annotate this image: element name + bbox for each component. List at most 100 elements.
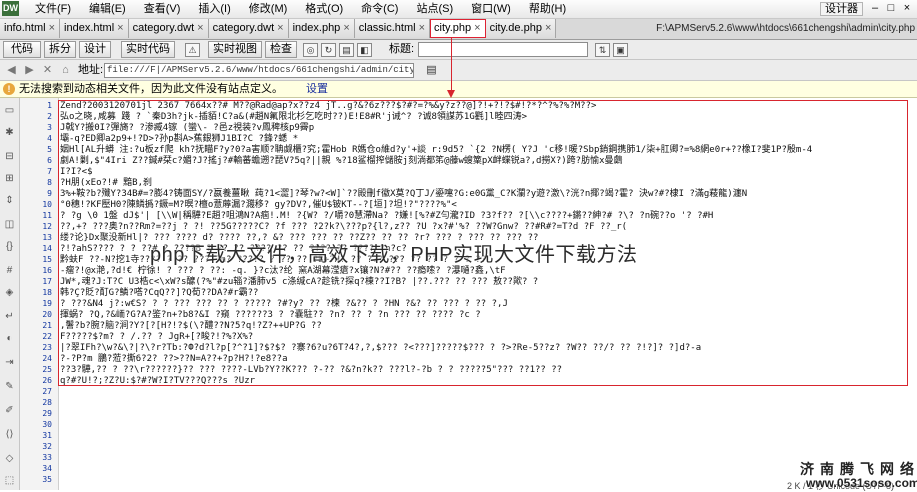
document-toolbar: 代码 拆分 设计 实时代码 ⚠ 实时视图 检查 ◎ ↻ ▤ ◧ 标题: ⇅ ▣ bbox=[0, 40, 917, 60]
title-label: 标题: bbox=[389, 43, 415, 55]
tab-label: index.html bbox=[64, 22, 115, 34]
file-path: F:\APMServ5.2.6\www\htdocs\661chengshi\a… bbox=[656, 23, 915, 34]
tab-index-php[interactable]: index.php × bbox=[288, 19, 355, 38]
tab-close-icon[interactable]: × bbox=[49, 22, 55, 34]
tab-category-dwt[interactable]: category.dwt × bbox=[128, 19, 209, 38]
info-bar: ! 无法搜索到动态相关文件，因为此文件没有站点定义。 设置 bbox=[0, 81, 917, 98]
tab-label: category.dwt bbox=[212, 22, 275, 34]
workspace-switcher[interactable]: 设计器 bbox=[820, 2, 863, 16]
forward-arrow-icon[interactable]: ▶ bbox=[22, 63, 37, 77]
dreamweaver-logo: DW bbox=[2, 1, 19, 16]
menu-format[interactable]: 格式(O) bbox=[296, 0, 352, 18]
line-number: 1 bbox=[47, 101, 52, 110]
menu-bar: DW 文件(F) 编辑(E) 查看(V) 插入(I) 修改(M) 格式(O) 命… bbox=[0, 0, 917, 19]
line-number: 15 bbox=[42, 255, 52, 264]
menu-insert[interactable]: 插入(I) bbox=[189, 0, 239, 18]
file-compat-icon[interactable]: ⚠ bbox=[185, 43, 200, 57]
line-number: 3 bbox=[47, 123, 52, 132]
line-number: 21 bbox=[42, 321, 52, 330]
file-transfer-icon[interactable]: ⇅ bbox=[595, 43, 610, 57]
annotation-arrow-head bbox=[447, 90, 455, 98]
tab-label: classic.html bbox=[358, 22, 416, 34]
line-number: 8 bbox=[47, 178, 52, 187]
menu-edit[interactable]: 编辑(E) bbox=[80, 0, 135, 18]
line-number: 6 bbox=[47, 156, 52, 165]
line-number: 5 bbox=[47, 145, 52, 154]
close-window-button[interactable]: × bbox=[900, 1, 914, 15]
line-number: 20 bbox=[42, 310, 52, 319]
code-view-button[interactable]: 代码 bbox=[3, 41, 41, 58]
line-number: 29 bbox=[42, 409, 52, 418]
minimize-button[interactable]: – bbox=[868, 1, 882, 15]
live-view-button[interactable]: 实时视图 bbox=[208, 41, 262, 58]
line-number: 7 bbox=[47, 167, 52, 176]
line-number: 33 bbox=[42, 453, 52, 462]
tab-close-icon[interactable]: × bbox=[117, 22, 123, 34]
tab-info-html[interactable]: info.html × bbox=[0, 19, 61, 38]
browser-navigation-toolbar: ◀ ▶ ✕ ⌂ 地址: file:///F|/APMServ5.2.6/www/… bbox=[0, 60, 917, 81]
menu-file[interactable]: 文件(F) bbox=[26, 0, 80, 18]
home-icon[interactable]: ⌂ bbox=[58, 63, 73, 77]
line-number: 35 bbox=[42, 475, 52, 484]
maximize-button[interactable]: □ bbox=[884, 1, 898, 15]
tab-close-icon[interactable]: × bbox=[343, 22, 349, 34]
menu-commands[interactable]: 命令(C) bbox=[352, 0, 407, 18]
line-number: 26 bbox=[42, 376, 52, 385]
line-number: 25 bbox=[42, 365, 52, 374]
line-number: 16 bbox=[42, 266, 52, 275]
tab-classic-html[interactable]: classic.html × bbox=[354, 19, 431, 38]
address-label: 地址: bbox=[78, 64, 104, 76]
globe-icon[interactable]: ◎ bbox=[303, 43, 318, 57]
line-number: 18 bbox=[42, 288, 52, 297]
line-number: 19 bbox=[42, 299, 52, 308]
tab-close-icon[interactable]: × bbox=[474, 22, 480, 34]
browser-preview-icon[interactable]: ▣ bbox=[613, 43, 628, 57]
title-input[interactable] bbox=[418, 42, 588, 57]
tab-close-icon[interactable]: × bbox=[277, 22, 283, 34]
visual-aids-icon[interactable]: ◧ bbox=[357, 43, 372, 57]
tab-close-icon[interactable]: × bbox=[197, 22, 203, 34]
setup-link[interactable]: 设置 bbox=[306, 81, 328, 97]
line-number: 4 bbox=[47, 134, 52, 143]
line-number: 24 bbox=[42, 354, 52, 363]
inspect-button[interactable]: 检查 bbox=[265, 41, 297, 58]
document-tabs: info.html × index.html × category.dwt × cat… bbox=[0, 19, 557, 38]
line-number: 10 bbox=[42, 200, 52, 209]
tab-city-de-php[interactable]: city.de.php × bbox=[485, 19, 557, 38]
main-menu: 文件(F) 编辑(E) 查看(V) 插入(I) 修改(M) 格式(O) 命令(C… bbox=[26, 0, 575, 18]
live-code-button[interactable]: 实时代码 bbox=[121, 41, 175, 58]
menu-site[interactable]: 站点(S) bbox=[407, 0, 462, 18]
annotation-arrow-line bbox=[451, 37, 452, 93]
menu-modify[interactable]: 修改(M) bbox=[240, 0, 297, 18]
line-number: 22 bbox=[42, 332, 52, 341]
line-number: 28 bbox=[42, 398, 52, 407]
page-options-icon[interactable]: ▤ bbox=[424, 63, 439, 77]
menu-help[interactable]: 帮助(H) bbox=[520, 0, 575, 18]
refresh-icon[interactable]: ↻ bbox=[321, 43, 336, 57]
tab-city-php[interactable]: city.php × bbox=[430, 19, 486, 38]
tab-label: index.php bbox=[292, 22, 341, 34]
stop-icon[interactable]: ✕ bbox=[40, 63, 55, 77]
design-view-button[interactable]: 设计 bbox=[79, 41, 111, 58]
address-input[interactable]: file:///F|/APMServ5.2.6/www/htdocs/661ch… bbox=[104, 63, 414, 78]
tab-category-dwt-2[interactable]: category.dwt × bbox=[208, 19, 289, 38]
tab-index-html[interactable]: index.html × bbox=[60, 19, 129, 38]
back-arrow-icon[interactable]: ◀ bbox=[4, 63, 19, 77]
line-number: 17 bbox=[42, 277, 52, 286]
line-number: 2 bbox=[47, 112, 52, 121]
tab-close-icon[interactable]: × bbox=[545, 22, 551, 34]
menu-view[interactable]: 查看(V) bbox=[135, 0, 190, 18]
tab-close-icon[interactable]: × bbox=[419, 22, 425, 34]
split-view-button[interactable]: 拆分 bbox=[44, 41, 76, 58]
menu-window[interactable]: 窗口(W) bbox=[462, 0, 520, 18]
watermark-url: www.0531soso.com bbox=[806, 476, 917, 490]
info-message: 无法搜索到动态相关文件，因为此文件没有站点定义。 bbox=[19, 83, 283, 95]
tab-label: city.de.php bbox=[489, 22, 542, 34]
line-number: 14 bbox=[42, 244, 52, 253]
article-caption-overlay: php下载大文件，高效下载，PHP实现大文件下载方法 bbox=[150, 244, 638, 266]
tab-label: info.html bbox=[4, 22, 46, 34]
view-options-icon[interactable]: ▤ bbox=[339, 43, 354, 57]
tab-label: category.dwt bbox=[132, 22, 195, 34]
line-number: 32 bbox=[42, 442, 52, 451]
line-number: 31 bbox=[42, 431, 52, 440]
